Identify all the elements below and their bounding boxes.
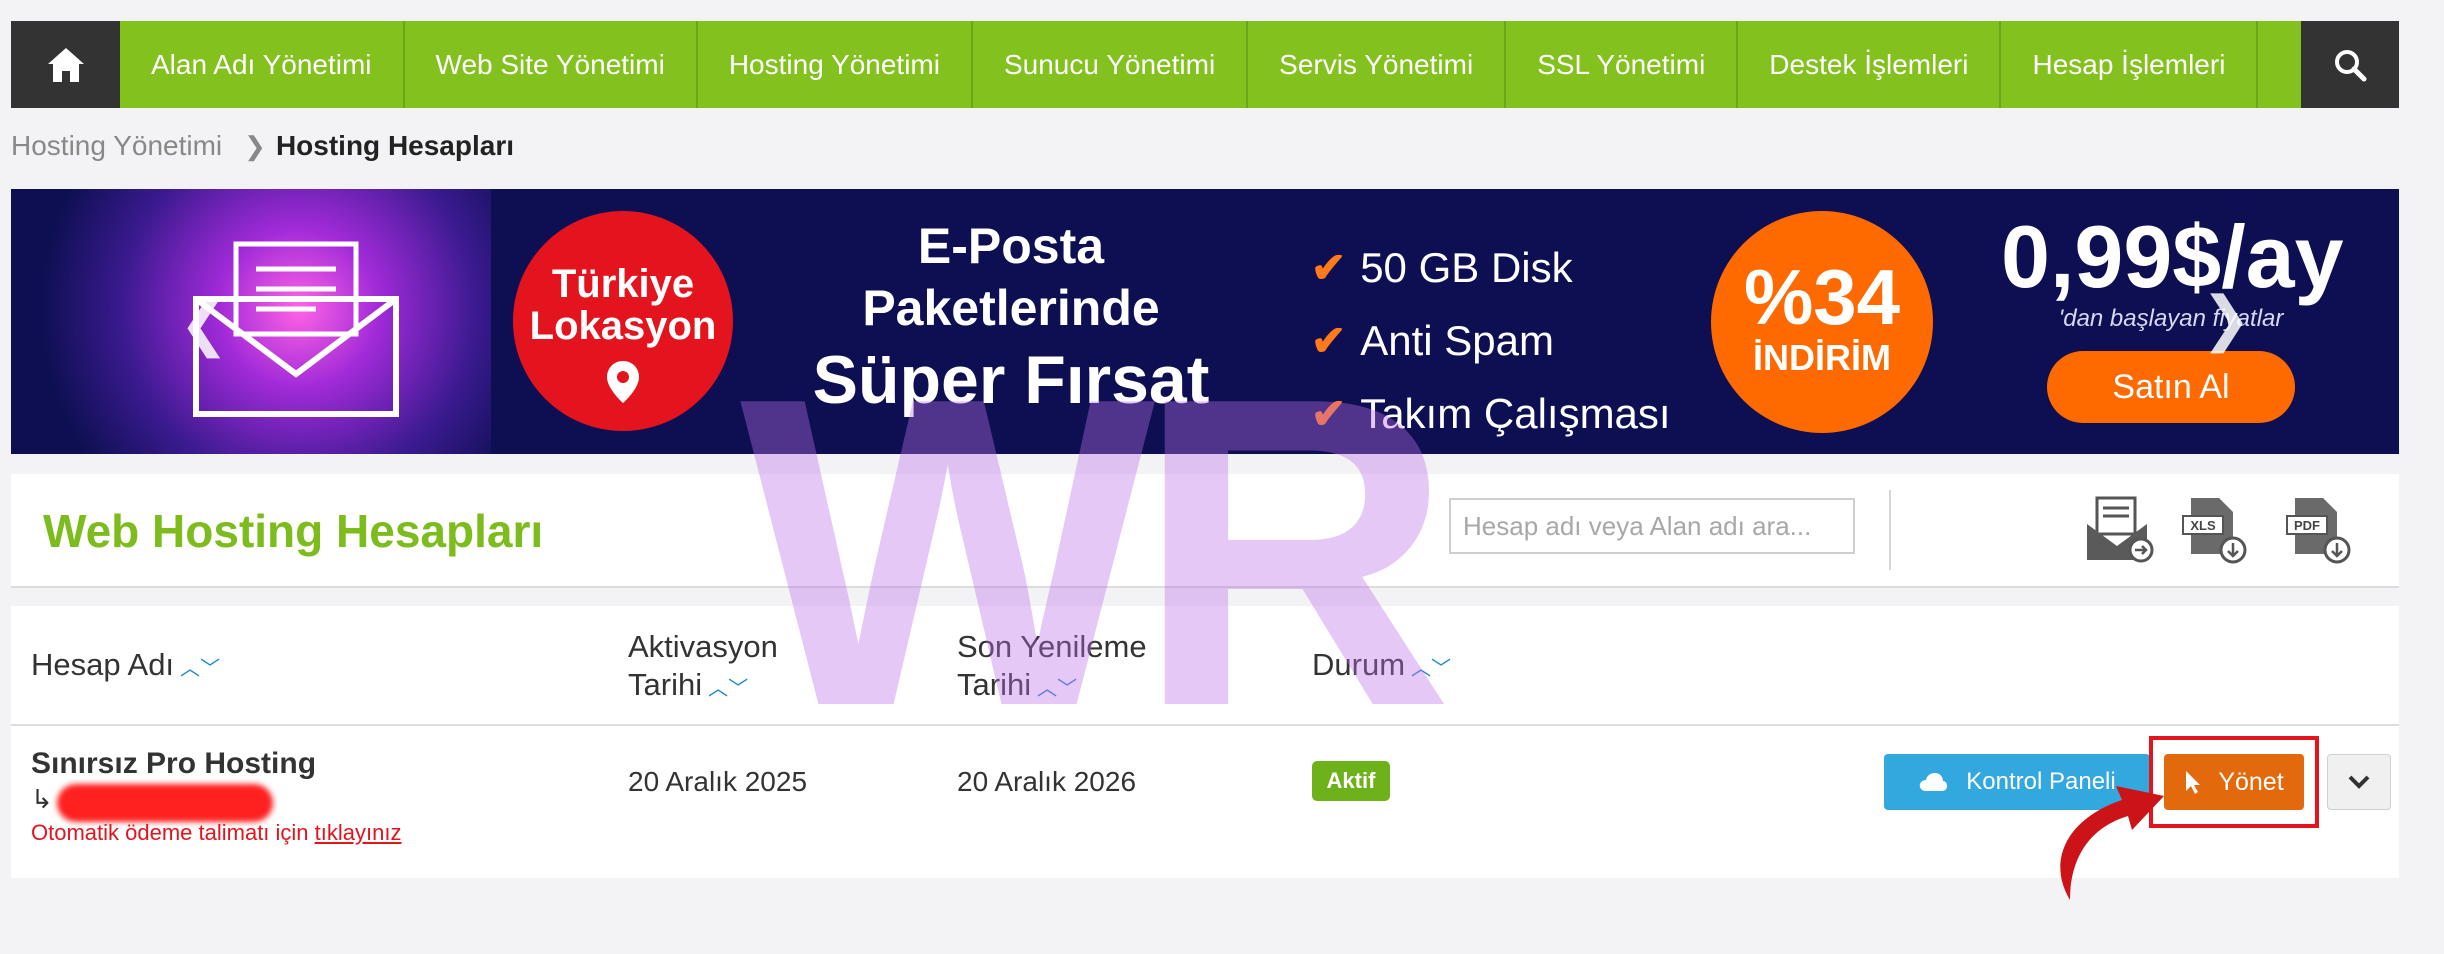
chevron-right-icon: ❯ — [244, 130, 266, 161]
divider — [11, 724, 2399, 726]
discount-label: İNDİRİM — [1753, 337, 1891, 378]
nav-item-server[interactable]: Sunucu Yönetimi — [973, 21, 1249, 108]
price-note: 'dan başlayan fiyatlar — [2058, 305, 2284, 332]
account-name[interactable]: Sınırsız Pro Hosting — [31, 747, 316, 781]
sort-icon[interactable]: ︿﹀ — [708, 678, 748, 700]
check-icon: ✔ — [1311, 390, 1347, 437]
sort-icon[interactable]: ︿﹀ — [1037, 678, 1077, 700]
buy-button[interactable]: Satın Al — [2047, 351, 2295, 423]
nav-item-support[interactable]: Destek İşlemleri — [1738, 21, 2002, 108]
location-pin-icon — [607, 361, 639, 403]
headline-line2: Paketlerinde — [862, 280, 1160, 336]
feature-item: ✔ 50 GB Disk — [1311, 243, 1573, 292]
search-input[interactable] — [1449, 498, 1855, 554]
sort-icon[interactable]: ︿﹀ — [180, 658, 220, 680]
headline-line1: E-Posta — [917, 218, 1105, 274]
column-header-status[interactable]: Durum ︿﹀ — [1312, 646, 1451, 688]
chevron-down-icon — [2348, 775, 2370, 789]
banner-headline: E-Posta Paketlerinde Süper Fırsat — [781, 215, 1241, 421]
search-icon — [2335, 49, 2367, 81]
activation-date: 20 Aralık 2025 — [628, 766, 808, 797]
divider — [1889, 490, 1891, 570]
column-header-name[interactable]: Hesap Adı ︿﹀ — [31, 646, 220, 688]
column-header-activation[interactable]: Aktivasyon Tarihi ︿﹀ — [628, 628, 778, 708]
feature-list: ✔ 50 GB Disk ✔ Anti Spam ✔ Takım Çalışması — [1311, 231, 1671, 450]
nav-item-account[interactable]: Hesap İşlemleri — [2001, 21, 2259, 108]
discount-percent: %34 — [1743, 253, 1901, 341]
breadcrumb-current: Hosting Hesapları — [275, 130, 515, 161]
row-dropdown-button[interactable] — [2327, 754, 2391, 810]
auto-payment-link[interactable]: tıklayınız — [315, 820, 402, 845]
pdf-download-icon[interactable]: PDF — [2281, 494, 2353, 566]
home-button[interactable] — [11, 21, 120, 108]
xls-download-icon[interactable]: XLS — [2177, 494, 2249, 566]
headline-line3: Süper Fırsat — [812, 342, 1210, 418]
column-header-renewal[interactable]: Son Yenileme Tarihi ︿﹀ — [957, 628, 1147, 708]
subdirectory-arrow-icon: ↳ — [31, 784, 53, 814]
nav-item-hosting[interactable]: Hosting Yönetimi — [698, 21, 973, 108]
nav-menu: Alan Adı Yönetimi Web Site Yönetimi Host… — [120, 21, 2301, 108]
location-badge-line1: Türkiye — [551, 262, 695, 306]
email-export-icon[interactable] — [2083, 494, 2155, 566]
nav-search-button[interactable] — [2301, 21, 2399, 108]
promo-banner[interactable]: ❮ Türkiye Lokasyon E-Posta Paketlerinde … — [11, 189, 2399, 454]
banner-prev-arrow[interactable]: ❮ — [179, 289, 229, 359]
price-block: 0,99$/ay 'dan başlayan fiyatlar Satın Al — [2001, 207, 2344, 423]
top-nav: Alan Adı Yönetimi Web Site Yönetimi Host… — [11, 21, 2399, 108]
feature-item: ✔ Anti Spam — [1311, 316, 1554, 365]
nav-item-ssl[interactable]: SSL Yönetimi — [1506, 21, 1739, 108]
nav-item-service[interactable]: Servis Yönetimi — [1248, 21, 1507, 108]
home-icon — [47, 47, 84, 82]
nav-item-website[interactable]: Web Site Yönetimi — [405, 21, 698, 108]
banner-next-arrow[interactable]: ❯ — [2201, 284, 2251, 354]
curved-arrow-icon — [2060, 786, 2164, 900]
svg-text:PDF: PDF — [2294, 518, 2320, 533]
check-icon: ✔ — [1311, 317, 1347, 364]
manage-button[interactable]: Yönet — [2164, 754, 2304, 810]
page-title: Web Hosting Hesapları — [43, 505, 544, 557]
price-value: 0,99$/ay — [2001, 207, 2344, 306]
breadcrumb: Hosting Yönetimi ❯ Hosting Hesapları — [11, 130, 514, 162]
nav-item-domain[interactable]: Alan Adı Yönetimi — [120, 21, 405, 108]
status-badge: Aktif — [1312, 761, 1390, 801]
cursor-icon — [2186, 771, 2201, 794]
svg-text:XLS: XLS — [2190, 518, 2216, 533]
auto-payment-note: Otomatik ödeme talimatı için tıklayınız — [31, 820, 402, 845]
redacted-domain — [57, 784, 273, 822]
feature-item: ✔ Takım Çalışması — [1311, 389, 1671, 438]
check-icon: ✔ — [1311, 244, 1347, 291]
breadcrumb-parent[interactable]: Hosting Yönetimi — [11, 130, 222, 162]
accounts-header: Web Hosting Hesapları XLS PDF — [11, 474, 2399, 588]
renewal-date: 20 Aralık 2026 — [957, 766, 1137, 797]
sort-icon[interactable]: ︿﹀ — [1411, 658, 1451, 680]
discount-badge: %34 İNDİRİM — [1711, 211, 1933, 433]
cloud-icon — [1920, 773, 1948, 791]
location-badge-line2: Lokasyon — [529, 304, 717, 348]
location-badge: Türkiye Lokasyon — [513, 211, 733, 431]
